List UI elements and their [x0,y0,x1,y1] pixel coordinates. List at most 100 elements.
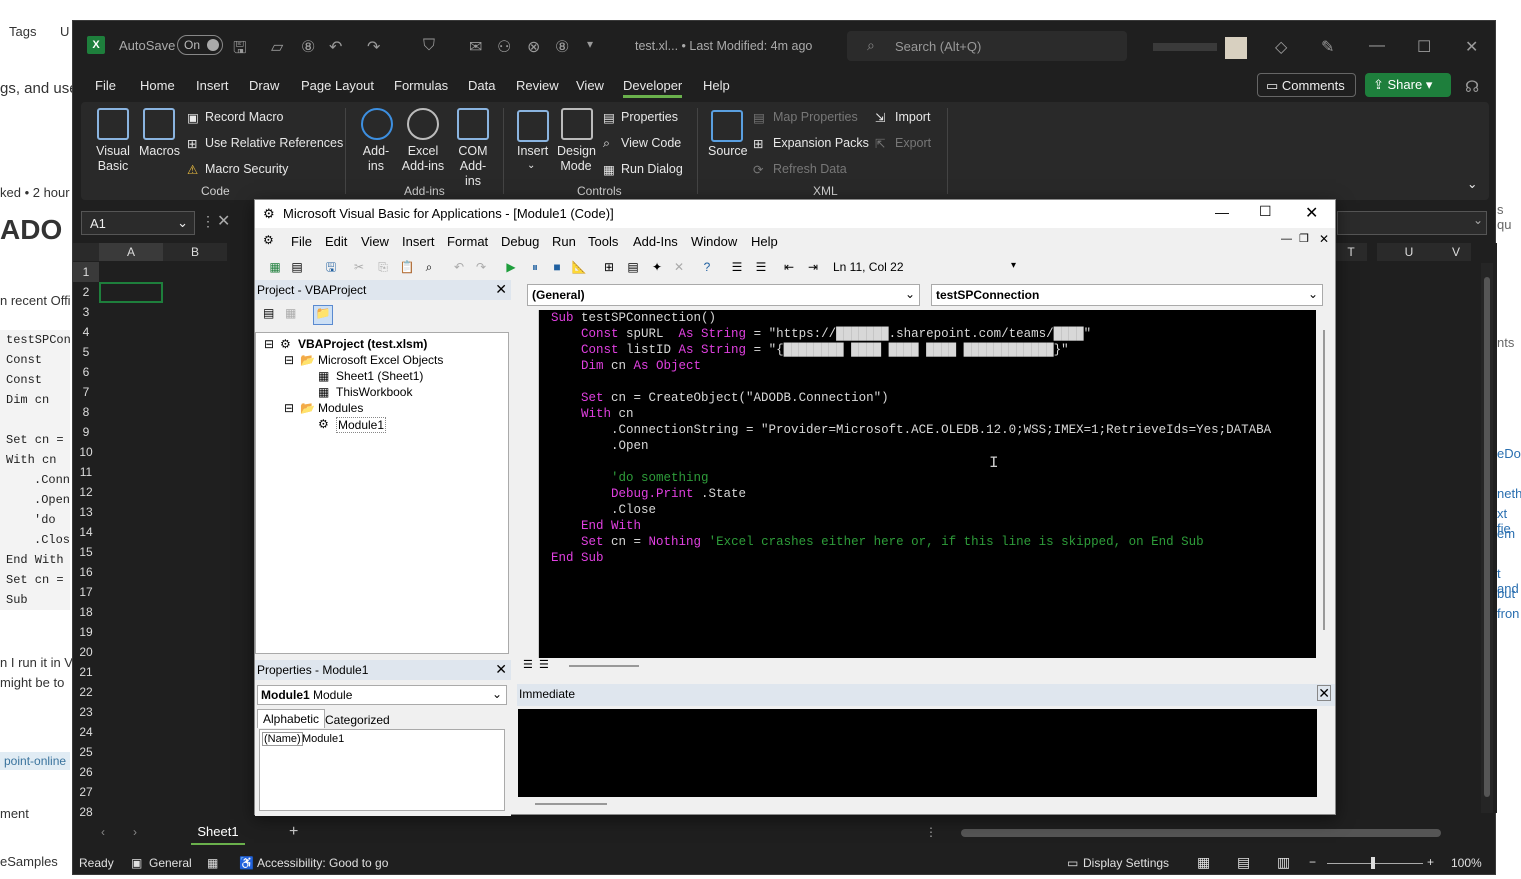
run-dialog-button[interactable]: Run Dialog [621,162,683,176]
circle-x-icon[interactable]: ⊗ [527,37,540,57]
vba-app-icon[interactable]: ⚙ [263,233,274,247]
tree-thisworkbook[interactable]: ThisWorkbook [336,385,412,399]
feedback-icon[interactable]: ☊ [1465,77,1479,97]
zoom-level[interactable]: 100% [1451,856,1482,870]
vba-menu-addins[interactable]: Add-Ins [633,234,678,249]
close-icon[interactable]: ✕ [1465,37,1478,57]
toggle-folders-icon[interactable]: 📁 [313,305,333,325]
row-header[interactable]: 26 [73,762,99,782]
toolbar-options-icon[interactable]: ▾ [1011,260,1016,271]
view-code-button[interactable]: View Code [621,136,681,150]
tags-link[interactable]: Tags [9,24,36,39]
procedure-dropdown[interactable]: testSPConnection ⌄ [931,284,1323,306]
paste-icon[interactable]: 📋 [399,259,415,275]
bg-comment[interactable]: ment [0,806,29,821]
undo-icon[interactable]: ↶ [329,37,342,57]
zoom-out-icon[interactable]: − [1309,855,1316,869]
vba-undo-icon[interactable]: ↶ [451,259,467,275]
vba-menu-insert[interactable]: Insert [402,234,435,249]
tree-collapse-icon[interactable]: ⊟ [284,401,294,415]
row-header[interactable]: 4 [73,322,99,342]
code-horizontal-scrollbar[interactable]: ☰ ☰ [519,658,1319,674]
row-header[interactable]: 6 [73,362,99,382]
comment-block-icon[interactable]: ⇤ [781,259,797,275]
row-header[interactable]: 19 [73,622,99,642]
tab-categorized[interactable]: Categorized [323,711,392,729]
file-title[interactable]: test.xl... • Last Modified: 4m ago [635,39,812,53]
excel-add-ins-button[interactable]: Excel Add-ins [401,144,445,174]
procedure-view-icon[interactable]: ☰ [523,658,533,671]
object-browser-icon[interactable]: ✦ [649,259,665,275]
vertical-scrollbar[interactable] [1481,263,1493,813]
row-header[interactable]: 25 [73,742,99,762]
row-header[interactable]: 8 [73,402,99,422]
row-header[interactable]: 24 [73,722,99,742]
cut-icon[interactable]: ✂ [351,259,367,275]
formula-bar[interactable] [1337,211,1487,235]
view-excel-icon[interactable]: ▦ [267,259,283,275]
help-icon[interactable]: ? [699,259,715,275]
vba-menu-run[interactable]: Run [552,234,576,249]
mail-icon[interactable]: ✉ [469,37,482,57]
vba-maximize-icon[interactable]: ☐ [1259,203,1272,220]
row-header[interactable]: 21 [73,662,99,682]
row-header[interactable]: 22 [73,682,99,702]
tab-page-layout[interactable]: Page Layout [301,78,374,93]
run-icon[interactable]: ▶ [503,259,519,275]
properties-window-icon[interactable]: ▤ [625,259,641,275]
row-header[interactable]: 16 [73,562,99,582]
tab-data[interactable]: Data [468,78,495,93]
toolbox-icon[interactable]: ✕ [671,259,687,275]
vba-menu-format[interactable]: Format [447,234,488,249]
more-options-icon[interactable]: ⋮ [925,825,937,839]
code-editor[interactable]: Sub testSPConnection() Const spURL As St… [539,310,1316,658]
active-cell-a1[interactable] [99,282,163,303]
refresh-data-button[interactable]: Refresh Data [773,162,847,176]
tree-icon[interactable]: ⚇ [497,37,511,57]
collapse-ribbon-icon[interactable]: ⌄ [1467,176,1477,191]
row-header[interactable]: 23 [73,702,99,722]
pen-icon[interactable]: ✎ [1321,37,1334,57]
tab-help[interactable]: Help [703,78,730,93]
vba-menu-file[interactable]: File [291,234,312,249]
row-header[interactable]: 11 [73,462,99,482]
row-header[interactable]: 17 [73,582,99,602]
tree-collapse-icon[interactable]: ⊟ [264,337,274,351]
code-hscroll-thumb[interactable] [569,665,639,667]
row-header[interactable]: 7 [73,382,99,402]
macros-button[interactable]: Macros [139,144,180,158]
indent-icon[interactable]: ☰ [729,259,745,275]
macro-record-icon[interactable]: ▦ [207,856,218,870]
outdent-icon[interactable]: ☰ [753,259,769,275]
row-header[interactable]: 18 [73,602,99,622]
column-header-u[interactable]: U [1377,243,1441,261]
import-button[interactable]: Import [895,110,930,124]
break-icon[interactable]: ⏸ [527,259,543,275]
row-header[interactable]: 5 [73,342,99,362]
diamond-icon[interactable]: ◇ [1275,37,1287,57]
tree-sheet1[interactable]: Sheet1 (Sheet1) [336,369,423,383]
row-header[interactable]: 20 [73,642,99,662]
share-button[interactable]: ⇪ Share ▾ [1365,73,1451,97]
zoom-in-icon[interactable]: + [1427,855,1434,869]
column-header-t[interactable]: T [1335,243,1367,261]
tab-file[interactable]: File [95,78,116,93]
properties-button[interactable]: Properties [621,110,678,124]
find-icon[interactable]: ⌕ [421,259,437,275]
bg-tag[interactable]: point-online [0,752,71,770]
row-header[interactable]: 2 [73,282,99,302]
page-break-icon[interactable]: ▥ [1277,854,1290,871]
immediate-close-icon[interactable]: ✕ [1317,685,1331,701]
code-scrollbar-thumb[interactable] [1323,330,1325,630]
row-header[interactable]: 10 [73,442,99,462]
child-restore-icon[interactable]: ❐ [1299,232,1309,245]
form-icon[interactable]: ▱ [271,37,283,57]
vba-menu-debug[interactable]: Debug [501,234,539,249]
project-explorer-icon[interactable]: ⊞ [601,259,617,275]
column-header-a[interactable]: A [99,243,163,261]
select-all-corner[interactable] [73,243,99,261]
next-sheet-icon[interactable]: › [133,825,137,839]
add-ins-button[interactable]: Add-ins [361,144,391,174]
row-header[interactable]: 13 [73,502,99,522]
properties-close-icon[interactable]: ✕ [495,661,507,678]
